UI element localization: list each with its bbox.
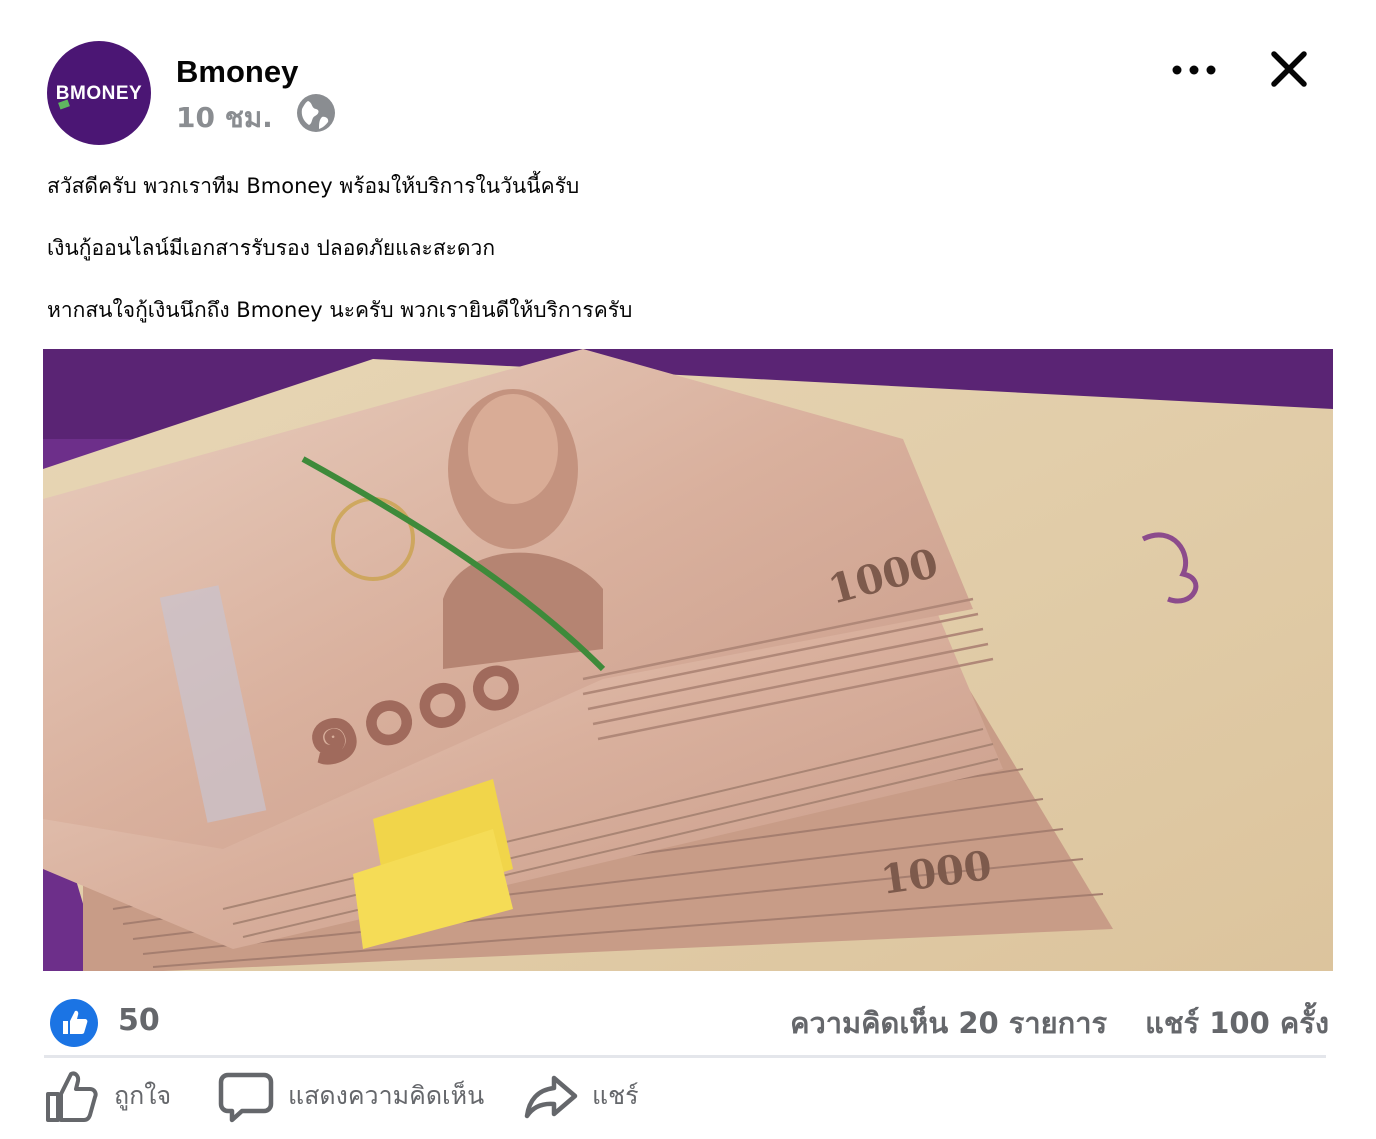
comment-bubble-icon	[218, 1072, 274, 1123]
close-icon[interactable]	[1266, 46, 1312, 92]
comment-button[interactable]: แสดงความคิดเห็น	[218, 1064, 484, 1128]
post-timestamp[interactable]: 10 ชม.	[176, 96, 273, 140]
like-label: ถูกใจ	[114, 1081, 172, 1110]
divider	[44, 1055, 1326, 1058]
thumbs-up-outline-icon	[46, 1071, 98, 1122]
comment-label: แสดงความคิดเห็น	[288, 1081, 485, 1110]
like-count[interactable]: 50	[118, 1003, 160, 1038]
share-label: แชร์	[592, 1081, 639, 1110]
engagement-stats: ความคิดเห็น 20 รายการ แชร์ 100 ครั้ง	[790, 1000, 1329, 1046]
share-button[interactable]: แชร์	[524, 1064, 639, 1128]
comment-count[interactable]: ความคิดเห็น 20 รายการ	[790, 1006, 1107, 1040]
post-photo[interactable]: ๑๐๐๐ 1000 1000	[43, 349, 1333, 971]
more-options-icon[interactable]	[1168, 50, 1220, 90]
post-message: สวัสดีครับ พวกเราทีม Bmoney พร้อมให้บริก…	[47, 170, 632, 356]
share-count[interactable]: แชร์ 100 ครั้ง	[1145, 1006, 1329, 1040]
post-line: หากสนใจกู้เงินนึกถึง Bmoney นะครับ พวกเร…	[47, 298, 633, 322]
share-arrow-icon	[524, 1075, 578, 1119]
thumbs-up-icon[interactable]	[50, 999, 98, 1047]
post-line: สวัสดีครับ พวกเราทีม Bmoney พร้อมให้บริก…	[47, 174, 580, 198]
like-button[interactable]: ถูกใจ	[44, 1064, 171, 1128]
page-name[interactable]: Bmoney	[176, 54, 298, 90]
globe-icon	[297, 94, 335, 132]
post-line: เงินกู้ออนไลน์มีเอกสารรับรอง ปลอดภัยและส…	[47, 236, 496, 260]
money-bill-icon	[58, 99, 70, 110]
page-avatar[interactable]: BMONEY	[47, 41, 151, 145]
